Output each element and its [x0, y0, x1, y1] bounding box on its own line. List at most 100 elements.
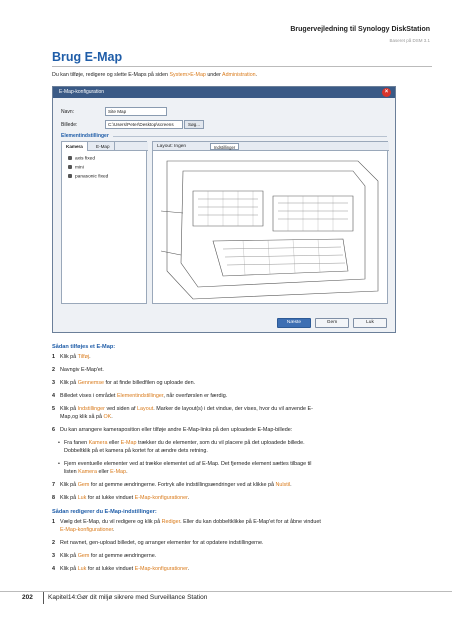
- bullet-item: Fra fanen Kamera eller E-Map trækker du …: [58, 439, 428, 447]
- next-button[interactable]: Næste: [277, 318, 311, 328]
- step-item: 4 Klik på Luk for at lukke vinduet E-Map-…: [52, 565, 432, 573]
- header-title: Brugervejledning til Synology DiskStatio…: [290, 26, 430, 33]
- name-input[interactable]: Site Map: [105, 107, 167, 116]
- bullet-highlight: Kamera: [78, 469, 97, 475]
- bullet-continuation: listen Kamera eller E-Map.: [64, 468, 428, 476]
- edit-section-heading: Sådan redigerer du E-Map-indstillinger:: [52, 509, 157, 515]
- step-highlight: Layout: [137, 406, 154, 412]
- camera-item[interactable]: mini: [68, 165, 84, 170]
- map-toolbar: Layout: Ingen Indstillinger: [153, 142, 389, 151]
- step-text: .: [111, 414, 113, 420]
- page-heading: Brug E-Map: [52, 50, 123, 64]
- element-list-panel: Kamera E-Map axis fixed mini panasonic f…: [61, 141, 148, 304]
- step-continuation: E-Map-konfigurationer.: [60, 526, 440, 534]
- step-highlight: Nulstil: [275, 482, 291, 488]
- settings-button[interactable]: Indstillinger: [210, 143, 240, 150]
- step-number: 4: [52, 393, 55, 399]
- step-highlight: E-Map-konfigurationer: [134, 495, 188, 501]
- step-item: 2 Ret navnet, gen-upload billedet, og arr…: [52, 539, 432, 547]
- close-icon[interactable]: ×: [382, 88, 391, 97]
- map-canvas[interactable]: Layout: Ingen Indstillinger: [152, 141, 389, 304]
- step-text: .: [187, 495, 190, 501]
- step-number: 3: [52, 380, 55, 386]
- bullet-continuation: Dobbeltklik på et kamera på kortet for a…: [64, 448, 208, 454]
- bullet-highlight: E-Map: [120, 440, 137, 446]
- page-number: 202: [22, 594, 33, 601]
- camera-label: mini: [75, 165, 84, 171]
- browse-button[interactable]: Søg...: [184, 120, 205, 129]
- step-text: for at gemme ændringerne. Fortryk alle i…: [89, 482, 276, 488]
- step-number: 6: [52, 427, 55, 433]
- step-text: Klik på: [60, 566, 78, 572]
- step-item: 4 Billedet vises i området Elementindstil…: [52, 392, 432, 400]
- step-text: for at lukke vinduet: [86, 566, 135, 572]
- name-label: Navn:: [61, 109, 75, 115]
- step-item: 6 Du kan arrangere kameraposition eller t…: [52, 426, 432, 434]
- bullet-text: .: [126, 469, 128, 475]
- intro-mid: under: [205, 72, 223, 78]
- camera-label: axis fixed: [75, 156, 95, 162]
- camera-icon: [68, 174, 72, 178]
- site-map-drawing: [160, 160, 379, 300]
- intro-pre: Du kan tilføje, redigere og slette E-Map…: [52, 72, 170, 78]
- tab-camera[interactable]: Kamera: [62, 142, 88, 151]
- step-text: , når overførslen er færdig.: [163, 393, 228, 399]
- bullet-item: Fjern eventuelle elementer ved at trække…: [58, 460, 428, 468]
- window-titlebar: E-Map-konfiguration ×: [53, 87, 395, 98]
- step-number: 1: [52, 519, 55, 525]
- step-number: 7: [52, 482, 55, 488]
- bullet-text: listen: [64, 469, 79, 475]
- step-highlight: Gennemse: [77, 380, 105, 386]
- step-number: 1: [52, 354, 55, 360]
- step-continuation: Map,og klik så på OK.: [60, 413, 440, 421]
- step-text: Navngiv E-Map'et.: [60, 367, 104, 373]
- heading-divider: [52, 66, 432, 67]
- step-item: 3 Klik på Gennemse for at finde billedfil…: [52, 379, 432, 387]
- step-highlight: E-Map-konfigurationer: [134, 566, 188, 572]
- step-text: Klik på: [60, 406, 78, 412]
- image-path-input[interactable]: C:\Users\Peter\Desktop\screens: [105, 120, 183, 129]
- emap-config-window: E-Map-konfiguration × Navn: Site Map Bil…: [52, 86, 396, 333]
- step-text: Billedet vises i området: [60, 393, 117, 399]
- step-item: 7 Klik på Gem for at gemme ændringerne. F…: [52, 481, 432, 489]
- camera-label: panasonic fixed: [75, 174, 109, 180]
- step-highlight: Elementindstillinger: [116, 393, 164, 399]
- step-item: 3 Klik på Gem for at gemme ændringerne.: [52, 552, 432, 560]
- camera-icon: [68, 165, 72, 169]
- chapter-title: Kapitel14:Gør dit miljø sikrere med Surv…: [48, 594, 208, 601]
- step-number: 5: [52, 406, 55, 412]
- manual-page: Brugervejledning til Synology DiskStatio…: [0, 0, 452, 640]
- intro-link-emap: System>E-Map: [169, 72, 206, 78]
- tab-emap[interactable]: E-Map: [92, 142, 115, 151]
- camera-item[interactable]: axis fixed: [68, 156, 95, 161]
- step-item: 2 Navngiv E-Map'et.: [52, 366, 432, 374]
- image-label: Billede:: [61, 122, 78, 128]
- camera-item[interactable]: panasonic fixed: [68, 174, 108, 179]
- step-item: 5 Klik på Indstillinger ved siden af Layo…: [52, 405, 432, 413]
- step-text: . Marker de layout(s) i det vindue, der …: [153, 406, 313, 412]
- step-highlight: Tilføj: [77, 354, 90, 360]
- footer-separator: [43, 592, 44, 604]
- elements-heading: Elementindstillinger: [61, 133, 109, 139]
- close-button[interactable]: Luk: [353, 318, 387, 328]
- step-text: Map,og klik så på: [60, 414, 104, 420]
- step-item: 1 Vælg det E-Map, du vil redigere og klik…: [52, 518, 432, 526]
- step-text: Ret navnet, gen-upload billedet, og arra…: [60, 540, 264, 546]
- intro-link-admin: Administration: [222, 72, 256, 78]
- intro-post: .: [255, 72, 258, 78]
- step-text: Klik på: [60, 553, 78, 559]
- step-text: . Eller du kan dobbeltklikke på E-Map'et…: [180, 519, 321, 525]
- step-text: Klik på: [60, 380, 78, 386]
- save-button[interactable]: Gem: [315, 318, 349, 328]
- elements-divider: [113, 136, 387, 137]
- camera-icon: [68, 156, 72, 160]
- header-subtitle: Baseret på DSM 3.1: [389, 38, 430, 43]
- step-text: Klik på: [60, 495, 78, 501]
- step-highlight: Gem: [77, 482, 90, 488]
- step-number: 3: [52, 553, 55, 559]
- element-tabs: Kamera E-Map: [62, 142, 148, 151]
- add-section-heading: Sådan tilføjes et E-Map:: [52, 344, 116, 350]
- window-title: E-Map-konfiguration: [59, 89, 105, 95]
- step-text: .: [89, 354, 91, 360]
- step-item: 8 Klik på Luk for at lukke vinduet E-Map-…: [52, 494, 432, 502]
